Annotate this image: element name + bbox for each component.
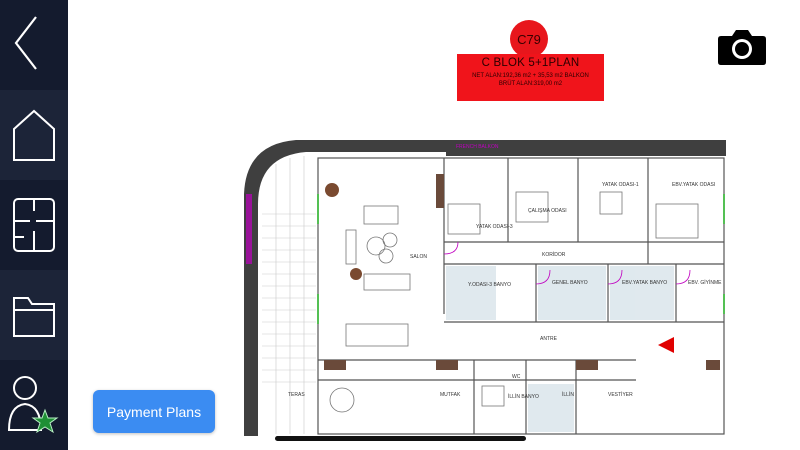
svg-text:ÇALIŞMA ODASI: ÇALIŞMA ODASI [528, 208, 567, 214]
svg-text:EBV.YATAK BANYO: EBV.YATAK BANYO [622, 280, 667, 286]
home-button[interactable] [0, 90, 68, 180]
svg-text:Y.ODASI-3 BANYO: Y.ODASI-3 BANYO [468, 282, 511, 288]
unit-code-badge: C79 [510, 20, 548, 58]
back-chevron-icon [14, 16, 37, 70]
user-favorite-icon [7, 376, 59, 434]
camera-button[interactable] [717, 28, 767, 66]
payment-plans-button[interactable]: Payment Plans [93, 390, 215, 433]
floor-plan-icon [13, 198, 55, 252]
svg-text:TERAS: TERAS [288, 392, 305, 398]
svg-text:GENEL BANYO: GENEL BANYO [552, 280, 588, 286]
svg-text:FRENCH BALKON: FRENCH BALKON [456, 144, 499, 150]
home-icon [13, 109, 55, 161]
sidebar [0, 0, 68, 450]
svg-text:KORİDOR: KORİDOR [542, 251, 566, 258]
svg-text:WC: WC [512, 374, 521, 380]
svg-text:EBV. GİYİNME: EBV. GİYİNME [688, 279, 722, 286]
home-indicator[interactable] [275, 436, 526, 441]
folder-icon [13, 297, 55, 337]
plan-title-box: C BLOK 5+1PLAN NET ALAN:192,36 m2 + 35,5… [457, 54, 604, 101]
svg-text:EBV.YATAK ODASI: EBV.YATAK ODASI [672, 182, 715, 188]
svg-text:SALON: SALON [410, 254, 427, 260]
svg-text:YATAK ODASI-3: YATAK ODASI-3 [476, 224, 513, 230]
svg-text:MUTFAK: MUTFAK [440, 392, 461, 398]
svg-text:YATAK ODASI-1: YATAK ODASI-1 [602, 182, 639, 188]
svg-text:İLLİN: İLLİN [562, 391, 574, 398]
plan-title: C BLOK 5+1PLAN [481, 57, 580, 69]
floor-plan-drawing: SALON YATAK ODASI-3 ÇALIŞMA ODASI YATAK … [244, 140, 726, 436]
floor-plan: SALON YATAK ODASI-3 ÇALIŞMA ODASI YATAK … [236, 134, 732, 438]
location-marker-icon [658, 337, 674, 353]
camera-icon [718, 30, 766, 65]
folder-button[interactable] [0, 270, 68, 360]
svg-text:İLLİN BANYO: İLLİN BANYO [508, 393, 539, 400]
net-area: NET ALAN:192,36 m2 + 35,53 m2 BALKON [472, 73, 589, 79]
back-button[interactable] [0, 0, 68, 90]
gross-area: BRÜT ALAN:319,00 m2 [498, 81, 563, 87]
svg-text:ANTRE: ANTRE [540, 336, 558, 342]
svg-text:VESTİYER: VESTİYER [608, 391, 633, 398]
floor-plan-button[interactable] [0, 180, 68, 270]
profile-button[interactable] [0, 360, 68, 450]
